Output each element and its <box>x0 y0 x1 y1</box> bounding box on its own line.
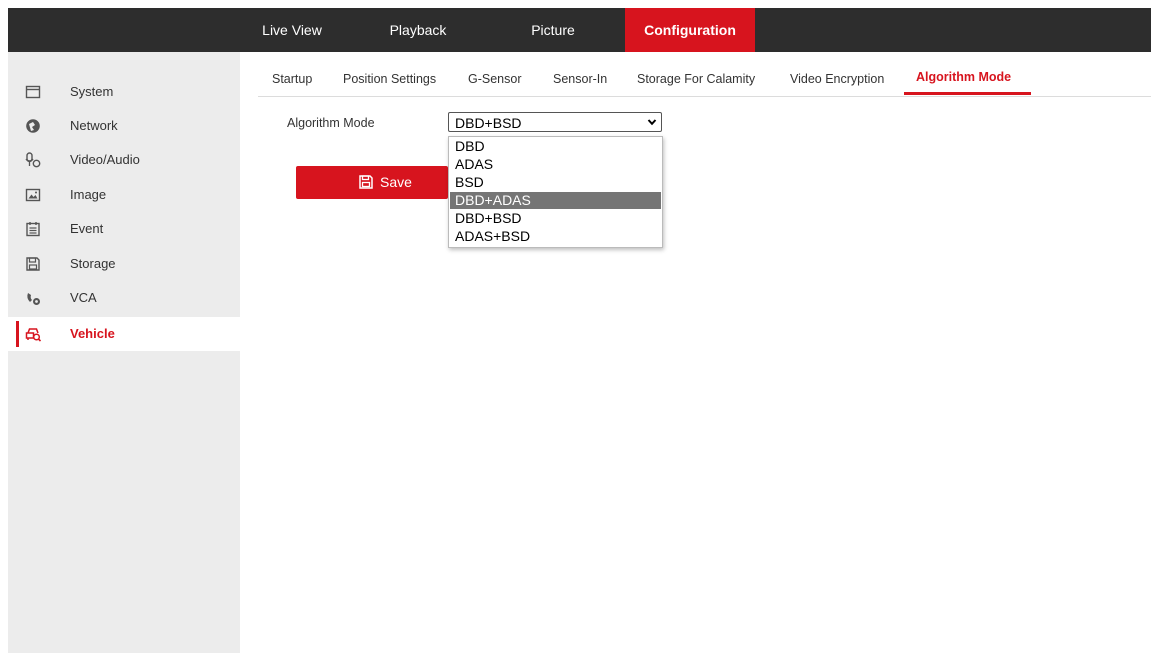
nav-configuration[interactable]: Configuration <box>625 8 755 52</box>
vehicle-icon <box>25 328 41 342</box>
sidebar-item-video-audio[interactable]: Video/Audio <box>8 143 240 177</box>
active-tab-indicator <box>904 92 1031 95</box>
sidebar-item-label: Video/Audio <box>70 152 140 167</box>
algorithm-mode-label: Algorithm Mode <box>287 116 375 130</box>
option-adas[interactable]: ADAS <box>450 156 661 173</box>
tab-position-settings[interactable]: Position Settings <box>343 72 436 86</box>
top-navigation-bar: Live View Playback Picture Configuration <box>8 8 1151 52</box>
image-icon <box>25 188 41 202</box>
sidebar-item-vca[interactable]: VCA <box>8 281 240 315</box>
sidebar-item-event[interactable]: Event <box>8 212 240 246</box>
system-icon <box>25 85 41 99</box>
sidebar-item-image[interactable]: Image <box>8 178 240 212</box>
tab-sensor-in[interactable]: Sensor-In <box>553 72 607 86</box>
sidebar: System Network Video/Audio Image Event S… <box>8 52 240 653</box>
tab-startup[interactable]: Startup <box>272 72 312 86</box>
algorithm-mode-dropdown-list: DBD ADAS BSD DBD+ADAS DBD+BSD ADAS+BSD <box>448 136 663 248</box>
save-button[interactable]: Save <box>296 166 448 199</box>
tab-storage-for-calamity[interactable]: Storage For Calamity <box>637 72 755 86</box>
option-dbd-adas[interactable]: DBD+ADAS <box>450 192 661 209</box>
chevron-down-icon <box>647 119 657 126</box>
option-dbd-bsd[interactable]: DBD+BSD <box>450 210 661 227</box>
sidebar-item-label: Storage <box>70 256 116 271</box>
option-bsd[interactable]: BSD <box>450 174 661 191</box>
network-icon <box>26 119 40 133</box>
sidebar-item-vehicle[interactable]: Vehicle <box>8 317 240 351</box>
storage-icon <box>26 257 40 271</box>
option-dbd[interactable]: DBD <box>450 138 661 155</box>
config-subtabs: Startup Position Settings G-Sensor Senso… <box>258 60 1151 97</box>
sidebar-item-label: Event <box>70 221 104 236</box>
select-current-value: DBD+BSD <box>455 115 522 131</box>
sidebar-item-label: Network <box>70 118 118 133</box>
sidebar-item-network[interactable]: Network <box>8 109 240 143</box>
tab-video-encryption[interactable]: Video Encryption <box>790 72 884 86</box>
option-adas-bsd[interactable]: ADAS+BSD <box>450 228 661 245</box>
tab-g-sensor[interactable]: G-Sensor <box>468 72 522 86</box>
tab-algorithm-mode[interactable]: Algorithm Mode <box>916 70 1011 84</box>
nav-picture[interactable]: Picture <box>503 8 603 52</box>
sidebar-item-system[interactable]: System <box>8 75 240 109</box>
save-icon <box>359 175 373 189</box>
nav-playback[interactable]: Playback <box>368 8 468 52</box>
sidebar-item-label: Vehicle <box>70 326 115 341</box>
save-button-label: Save <box>380 174 412 190</box>
video-audio-icon <box>25 152 41 168</box>
algorithm-mode-select[interactable]: DBD+BSD <box>448 112 662 132</box>
event-icon <box>26 222 40 237</box>
vca-icon <box>27 293 40 305</box>
sidebar-item-label: VCA <box>70 290 97 305</box>
sidebar-item-storage[interactable]: Storage <box>8 247 240 281</box>
sidebar-item-label: System <box>70 84 114 99</box>
nav-live-view[interactable]: Live View <box>256 8 328 52</box>
sidebar-item-label: Image <box>70 187 107 202</box>
